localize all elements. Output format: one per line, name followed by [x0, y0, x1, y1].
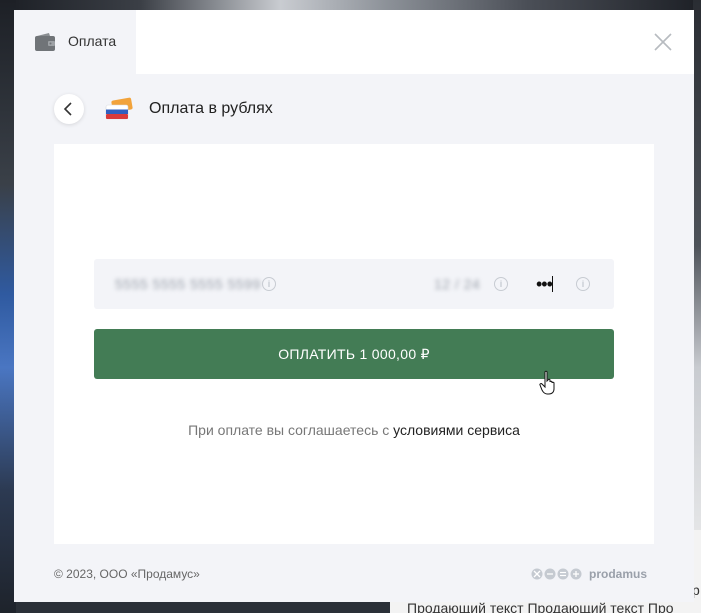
expiry-info-icon[interactable]: i [494, 277, 508, 291]
prodamus-logo-icon [531, 568, 582, 580]
cvc-value: ••• [536, 274, 553, 294]
cvc-field[interactable]: ••• [534, 273, 562, 295]
agreement-prefix: При оплате вы соглашаетесь с [188, 422, 394, 438]
card-number-field[interactable]: 5555 5555 5555 5599 [115, 276, 261, 292]
close-icon[interactable] [652, 31, 674, 53]
card-input-group: 5555 5555 5555 5599 i 12 / 24 i ••• i [94, 259, 614, 309]
footer-brand-name: prodamus [589, 567, 648, 581]
agreement-text: При оплате вы соглашаетесь с условиями с… [54, 422, 654, 438]
modal-tabbar: Оплата [14, 10, 694, 74]
rub-cards-icon [105, 97, 133, 120]
payment-modal: Оплата Оплата в рублях 5555 5555 5555 55… [14, 10, 694, 602]
backdrop-photo-right [693, 0, 701, 613]
back-button[interactable] [54, 94, 84, 124]
tab-payment[interactable]: Оплата [14, 10, 136, 74]
wallet-icon [35, 33, 55, 51]
text-caret [552, 276, 553, 292]
card-number-info-icon[interactable]: i [262, 277, 276, 291]
chevron-left-icon [63, 102, 72, 116]
terms-link[interactable]: условиями сервиса [393, 422, 520, 438]
tab-payment-label: Оплата [68, 33, 117, 49]
payment-method-title: Оплата в рублях [149, 100, 273, 117]
pay-button[interactable]: ОПЛАТИТЬ 1 000,00 ₽ [94, 329, 614, 379]
footer-copyright: © 2023, ООО «Продамус» [54, 567, 200, 581]
hand-pointer-icon [539, 370, 555, 395]
cvc-info-icon[interactable]: i [576, 277, 590, 291]
card-panel: 5555 5555 5555 5599 i 12 / 24 i ••• i ОП… [54, 144, 654, 544]
card-expiry-field[interactable]: 12 / 24 [434, 276, 480, 292]
